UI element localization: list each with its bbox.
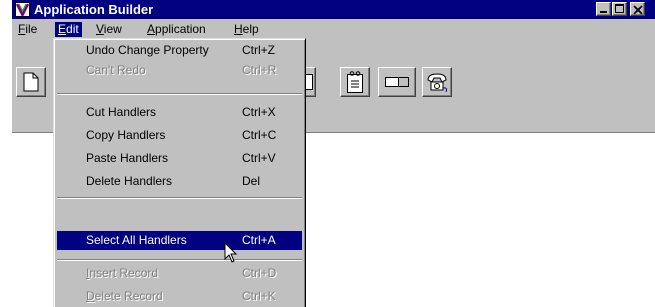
menu-item-delete-record: Delete Record Ctrl+K	[86, 289, 276, 303]
sheet-icon	[305, 74, 313, 90]
title-bar[interactable]: Application Builder	[12, 0, 655, 19]
telephone-icon	[427, 73, 448, 93]
menu-view[interactable]: View	[93, 22, 125, 37]
menu-item-copy-handlers[interactable]: Copy Handlers Ctrl+C	[57, 126, 302, 145]
form-icon	[347, 71, 363, 93]
menu-separator	[57, 259, 302, 261]
telephone-button[interactable]	[422, 67, 452, 97]
menu-application[interactable]: Application	[144, 22, 209, 37]
menu-item-redo: Can't Redo Ctrl+R	[86, 63, 277, 77]
menu-file[interactable]: File	[15, 22, 40, 37]
maximize-icon	[615, 4, 624, 13]
minimize-icon	[600, 11, 607, 13]
entry-field-icon	[385, 77, 409, 87]
form-button[interactable]	[340, 67, 370, 97]
menu-help[interactable]: Help	[231, 22, 262, 37]
close-icon	[633, 4, 643, 18]
menu-separator	[57, 93, 302, 95]
new-icon	[23, 72, 39, 92]
maximize-button[interactable]	[612, 2, 627, 16]
menu-item-paste-handlers[interactable]: Paste Handlers Ctrl+V	[57, 149, 302, 168]
app-icon[interactable]	[15, 2, 30, 17]
minimize-button[interactable]	[596, 2, 611, 16]
menu-item-undo[interactable]: Undo Change Property Ctrl+Z	[57, 41, 302, 60]
menu-edit[interactable]: Edit	[55, 22, 82, 37]
menu-item-delete-handlers[interactable]: Delete Handlers Del	[57, 172, 302, 191]
edit-menu: Undo Change Property Ctrl+Z Can't Redo Ctr…	[53, 38, 306, 307]
menu-item-select-all-handlers[interactable]: Select All Handlers Ctrl+A	[57, 231, 302, 250]
menu-item-insert-record: Insert Record Ctrl+D	[86, 266, 277, 280]
menu-separator	[57, 197, 302, 199]
window-title: Application Builder	[34, 2, 154, 17]
menu-item-cut-handlers[interactable]: Cut Handlers Ctrl+X	[57, 103, 302, 122]
new-button[interactable]	[16, 67, 46, 97]
entry-field-button[interactable]	[378, 67, 416, 97]
menu-bar: File Edit View Application Help	[12, 19, 655, 39]
close-button[interactable]	[630, 2, 645, 16]
mouse-cursor-icon	[224, 242, 238, 263]
